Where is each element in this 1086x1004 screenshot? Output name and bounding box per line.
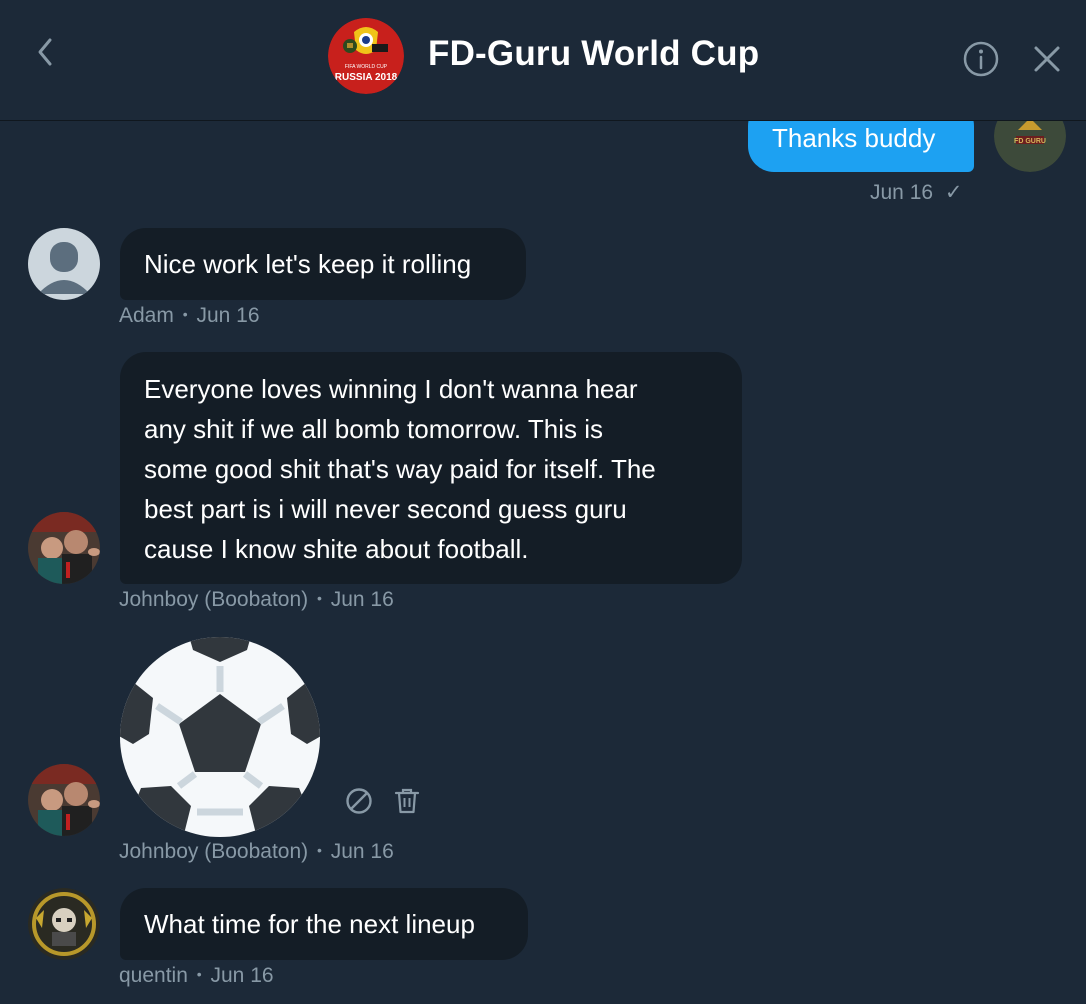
message-line: some good shit that's way paid for itsel…	[144, 454, 656, 484]
conversation-title: FD-Guru World Cup	[428, 34, 760, 73]
message-time: Jun 16	[330, 840, 394, 863]
message-text: Thanks buddy	[772, 123, 936, 153]
group-avatar[interactable]: FIFA WORLD CUP RUSSIA 2018	[328, 18, 404, 94]
sender-name: Adam	[119, 304, 174, 327]
message-text: Nice work let's keep it rolling	[144, 249, 472, 279]
meta-separator: •	[316, 590, 322, 606]
avatar-caption-top: FIFA WORLD CUP	[345, 64, 388, 70]
meta-separator: •	[182, 306, 188, 322]
meta-separator: •	[316, 842, 322, 858]
message-bubble-incoming[interactable]: What time for the next lineup	[120, 888, 528, 960]
message-time: Jun 16	[196, 304, 260, 327]
conversation-header: FIFA WORLD CUP RUSSIA 2018 FD-Guru World…	[0, 0, 1086, 121]
back-button[interactable]	[28, 34, 64, 70]
message-meta: Johnboy (Boobaton) • Jun 16	[119, 840, 394, 864]
message-meta: Johnboy (Boobaton) • Jun 16	[119, 588, 394, 612]
info-button[interactable]	[962, 40, 1000, 78]
avatar-label: FD GURU	[1014, 138, 1046, 145]
message-time: Jun 16	[330, 588, 394, 611]
close-button[interactable]	[1030, 42, 1064, 76]
avatar-johnboy[interactable]	[28, 512, 100, 584]
report-button[interactable]	[344, 786, 374, 816]
chevron-left-icon	[38, 38, 52, 66]
delete-button[interactable]	[392, 786, 422, 816]
trash-icon	[394, 788, 420, 814]
meta-separator: •	[196, 966, 202, 982]
block-icon	[346, 788, 372, 814]
message-line: any shit if we all bomb tomorrow. This i…	[144, 414, 604, 444]
close-icon	[1034, 46, 1060, 72]
message-line: best part is i will never second guess g…	[144, 494, 627, 524]
message-text: What time for the next lineup	[144, 909, 475, 939]
message-meta: Jun 16 ✓	[870, 180, 963, 205]
message-meta: Adam • Jun 16	[119, 304, 260, 328]
default-avatar-icon	[38, 242, 90, 294]
sender-name: quentin	[119, 964, 188, 987]
message-line: cause I know shite about football.	[144, 534, 529, 564]
message-bubble-incoming[interactable]: Nice work let's keep it rolling	[120, 228, 526, 300]
avatar-caption-bottom: RUSSIA 2018	[335, 72, 398, 83]
message-bubble-incoming[interactable]: Everyone loves winning I don't wanna hea…	[120, 352, 742, 584]
message-time: Jun 16	[870, 181, 934, 204]
message-line: Everyone loves winning I don't wanna hea…	[144, 374, 638, 404]
sender-name: Johnboy (Boobaton)	[119, 588, 309, 611]
sender-name: Johnboy (Boobaton)	[119, 840, 309, 863]
message-time: Jun 16	[210, 964, 274, 987]
avatar-quentin[interactable]	[28, 888, 100, 960]
avatar-johnboy[interactable]	[28, 764, 100, 836]
message-meta: quentin • Jun 16	[119, 964, 274, 988]
checkmark-icon: ✓	[944, 181, 963, 204]
soccer-ball-icon[interactable]	[119, 636, 321, 838]
info-icon	[963, 41, 999, 77]
avatar-adam[interactable]	[28, 228, 100, 300]
